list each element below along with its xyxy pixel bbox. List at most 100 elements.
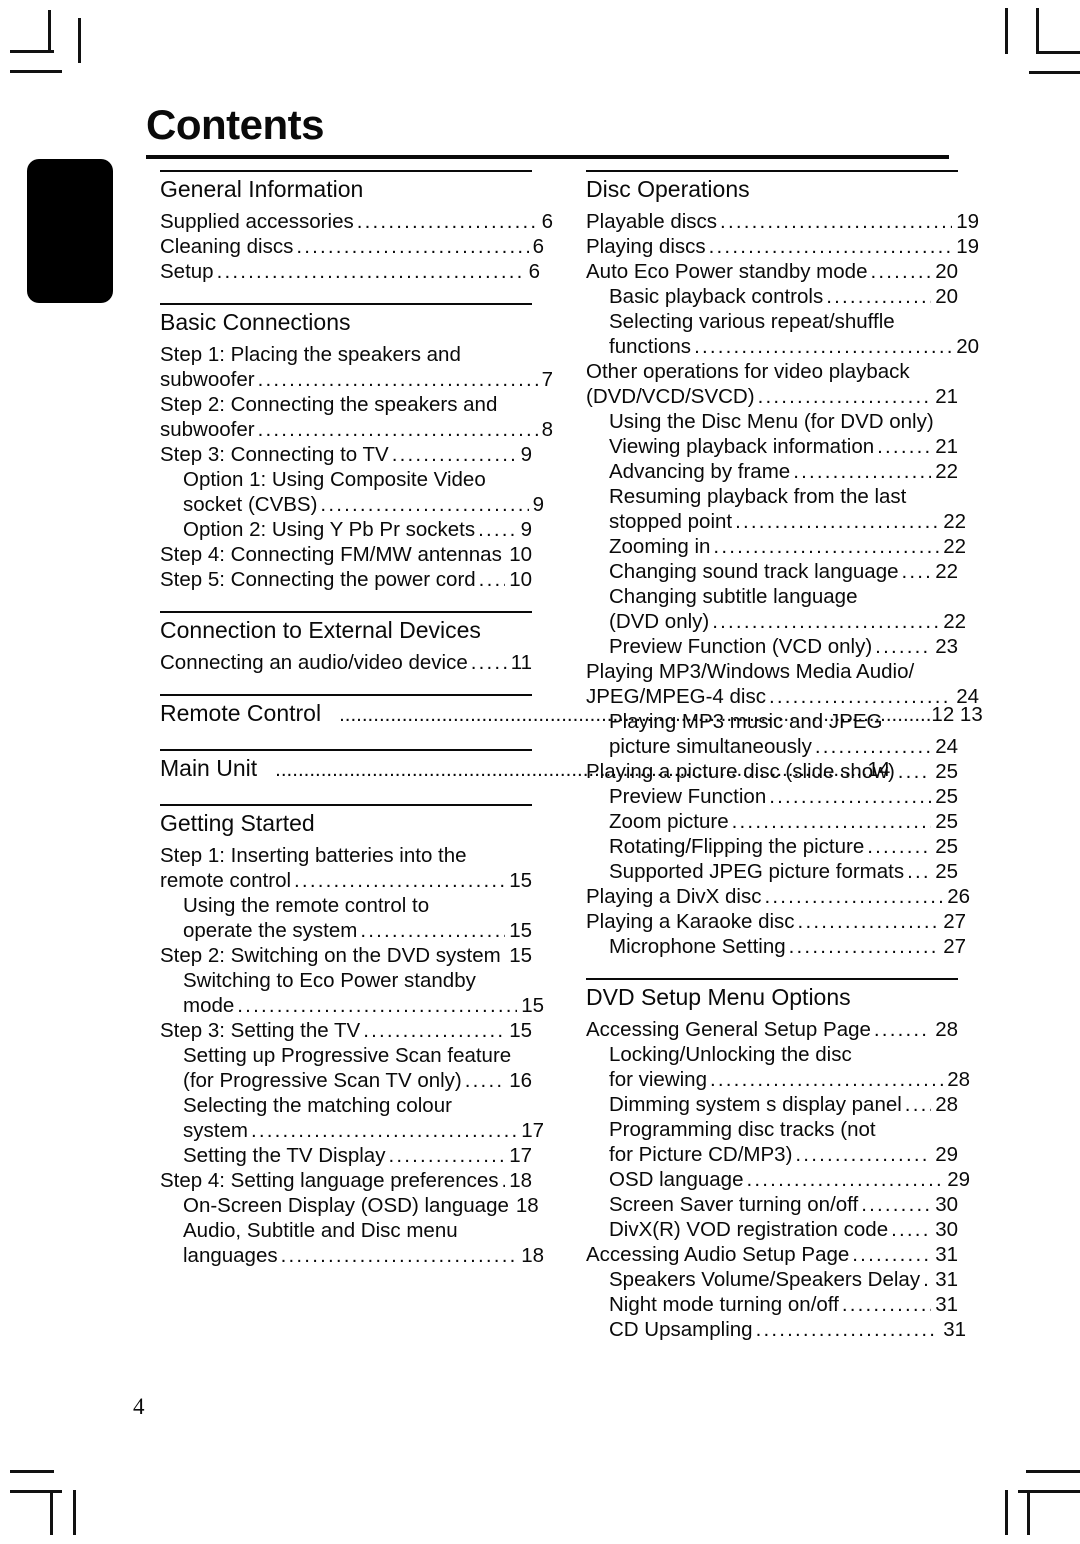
toc-entry[interactable]: OSD language............................… — [586, 1167, 970, 1192]
toc-entry[interactable]: JPEG/MPEG-4 disc........................… — [586, 684, 979, 709]
toc-entry[interactable]: Accessing General Setup Page............… — [586, 1017, 958, 1042]
toc-entry[interactable]: Preview Function........................… — [586, 784, 958, 809]
toc-entry[interactable]: mode....................................… — [160, 993, 544, 1018]
toc-entry[interactable]: Preview Function (VCD only).............… — [586, 634, 958, 659]
toc-entry[interactable]: (DVD only)..............................… — [586, 609, 966, 634]
toc-entry[interactable]: Step 1: Placing the speakers and — [160, 342, 532, 367]
toc-entry[interactable]: Playing a DivX disc.....................… — [586, 884, 970, 909]
toc-entry[interactable]: remote control..........................… — [160, 868, 532, 893]
toc-section-title[interactable]: Main Unit...............................… — [160, 753, 890, 785]
toc-dot-leader: ........................................… — [250, 1119, 517, 1142]
toc-entry-page-number: 17 — [509, 1144, 532, 1167]
toc-entry[interactable]: Night mode turning on/off...............… — [586, 1292, 958, 1317]
toc-entry[interactable]: stopped point...........................… — [586, 509, 966, 534]
toc-entry[interactable]: Using the remote control to — [160, 893, 532, 918]
toc-entry[interactable]: picture simultaneously..................… — [586, 734, 958, 759]
toc-entry[interactable]: Playing MP3 music and JPEG — [586, 709, 958, 734]
section-rule — [586, 170, 958, 172]
toc-entry[interactable]: Auto Eco Power standby mode.............… — [586, 259, 958, 284]
toc-entry[interactable]: Screen Saver turning on/off.............… — [586, 1192, 958, 1217]
toc-entry[interactable]: functions...............................… — [586, 334, 979, 359]
toc-entry[interactable]: Setting up Progressive Scan feature — [160, 1043, 532, 1068]
toc-entry[interactable]: (DVD/VCD/SVCD)..........................… — [586, 384, 958, 409]
toc-entry-page-number: 20 — [956, 335, 979, 358]
toc-entry[interactable]: Step 4: Connecting FM/MW antennas.......… — [160, 542, 532, 567]
toc-entry[interactable]: (for Progressive Scan TV only)..........… — [160, 1068, 532, 1093]
toc-section-title[interactable]: DVD Setup Menu Options — [586, 982, 958, 1012]
toc-entry[interactable]: operate the system......................… — [160, 918, 532, 943]
toc-entry[interactable]: Resuming playback from the last — [586, 484, 958, 509]
toc-entry[interactable]: Supported JPEG picture formats..........… — [586, 859, 958, 884]
toc-entry[interactable]: socket (CVBS)...........................… — [160, 492, 544, 517]
toc-entry[interactable]: Playable discs..........................… — [586, 209, 979, 234]
toc-entry-label: socket (CVBS) — [183, 493, 318, 516]
toc-entry[interactable]: Programming disc tracks (not — [586, 1117, 958, 1142]
toc-columns: General Information Supplied accessories.… — [0, 0, 1080, 1544]
toc-entry[interactable]: Zooming in..............................… — [586, 534, 966, 559]
toc-entry[interactable]: Other operations for video playback — [586, 359, 958, 384]
toc-entry-label: Step 3: Setting the TV — [160, 1019, 361, 1042]
toc-entry[interactable]: Basic playback controls.................… — [586, 284, 958, 309]
toc-entry[interactable]: Step 1: Inserting batteries into the — [160, 843, 532, 868]
toc-entry[interactable]: Dimming system s display panel..........… — [586, 1092, 958, 1117]
toc-entry[interactable]: On-Screen Display (OSD) language........… — [160, 1193, 539, 1218]
toc-section-title[interactable]: Remote Control..........................… — [160, 698, 983, 730]
toc-entry-label: for viewing — [609, 1068, 707, 1091]
toc-entry[interactable]: Zoom picture............................… — [586, 809, 958, 834]
toc-entry[interactable]: Step 2: Connecting the speakers and — [160, 392, 532, 417]
toc-entry[interactable]: languages...............................… — [160, 1243, 544, 1268]
toc-dot-leader: ........................................… — [757, 385, 932, 408]
toc-section-title[interactable]: General Information — [160, 174, 532, 204]
toc-entry[interactable]: Advancing by frame......................… — [586, 459, 958, 484]
toc-entry[interactable]: DivX(R) VOD registration code...........… — [586, 1217, 958, 1242]
toc-entry-label: subwoofer — [160, 368, 255, 391]
toc-entry[interactable]: Step 5: Connecting the power cord.......… — [160, 567, 532, 592]
toc-entry[interactable]: Option 2: Using Y Pb Pr sockets.........… — [160, 517, 532, 542]
toc-entry[interactable]: for Picture CD/MP3).....................… — [586, 1142, 958, 1167]
toc-entry[interactable]: system..................................… — [160, 1118, 544, 1143]
toc-entry[interactable]: Changing subtitle language — [586, 584, 958, 609]
toc-entry[interactable]: Accessing Audio Setup Page..............… — [586, 1242, 958, 1267]
toc-entry[interactable]: Supplied accessories....................… — [160, 209, 553, 234]
toc-entry-page-number: 25 — [935, 760, 958, 783]
toc-entry[interactable]: Setting the TV Display..................… — [160, 1143, 532, 1168]
toc-entry[interactable]: Using the Disc Menu (for DVD only)21 — [586, 409, 958, 434]
toc-entry-page-number: 25 — [935, 860, 958, 883]
toc-entry[interactable]: CD Upsampling...........................… — [586, 1317, 966, 1342]
toc-entry[interactable]: Setup...................................… — [160, 259, 540, 284]
toc-entry[interactable]: Option 1: Using Composite Video — [160, 467, 532, 492]
toc-section-title[interactable]: Basic Connections — [160, 307, 532, 337]
toc-entry[interactable]: Cleaning discs..........................… — [160, 234, 544, 259]
toc-entry-label: OSD language — [609, 1168, 744, 1191]
toc-entry[interactable]: Locking/Unlocking the disc — [586, 1042, 958, 1067]
toc-entry[interactable]: Playing a Karaoke disc..................… — [586, 909, 966, 934]
toc-entry[interactable]: Connecting an audio/video device........… — [160, 650, 532, 675]
toc-entry[interactable]: Playing a picture disc (slide show).....… — [586, 759, 958, 784]
toc-entry[interactable]: Audio, Subtitle and Disc menu — [160, 1218, 532, 1243]
toc-entry[interactable]: Step 2: Switching on the DVD system.....… — [160, 943, 532, 968]
toc-entry[interactable]: Rotating/Flipping the picture...........… — [586, 834, 958, 859]
toc-entry[interactable]: Speakers Volume/Speakers Delay..........… — [586, 1267, 958, 1292]
toc-entry[interactable]: Step 4: Setting language preferences....… — [160, 1168, 532, 1193]
toc-entry[interactable]: for viewing.............................… — [586, 1067, 970, 1092]
toc-section-title[interactable]: Getting Started — [160, 808, 532, 838]
toc-entry[interactable]: Selecting various repeat/shuffle — [586, 309, 958, 334]
toc-entry[interactable]: Step 3: Setting the TV..................… — [160, 1018, 532, 1043]
toc-section-title[interactable]: Disc Operations — [586, 174, 958, 204]
toc-entry[interactable]: Viewing playback information............… — [586, 434, 958, 459]
toc-dot-leader: ........................................… — [907, 860, 931, 883]
toc-entry[interactable]: subwoofer...............................… — [160, 367, 553, 392]
toc-entry-page-number: 31 — [935, 1243, 958, 1266]
toc-entry-page-number: 10 — [509, 568, 532, 591]
toc-entry[interactable]: Selecting the matching colour — [160, 1093, 532, 1118]
toc-section-title[interactable]: Connection to External Devices — [160, 615, 532, 645]
toc-entry[interactable]: Playing MP3/Windows Media Audio/ — [586, 659, 958, 684]
toc-entry[interactable]: Step 3: Connecting to TV................… — [160, 442, 532, 467]
toc-entry[interactable]: Switching to Eco Power standby — [160, 968, 532, 993]
toc-dot-leader: ........................................… — [795, 1143, 931, 1166]
toc-entry[interactable]: Microphone Setting......................… — [586, 934, 966, 959]
toc-entry[interactable]: Playing discs...........................… — [586, 234, 979, 259]
toc-entry-label: (DVD/VCD/SVCD) — [586, 385, 755, 408]
toc-entry[interactable]: Changing sound track language...........… — [586, 559, 958, 584]
toc-entry[interactable]: subwoofer...............................… — [160, 417, 553, 442]
